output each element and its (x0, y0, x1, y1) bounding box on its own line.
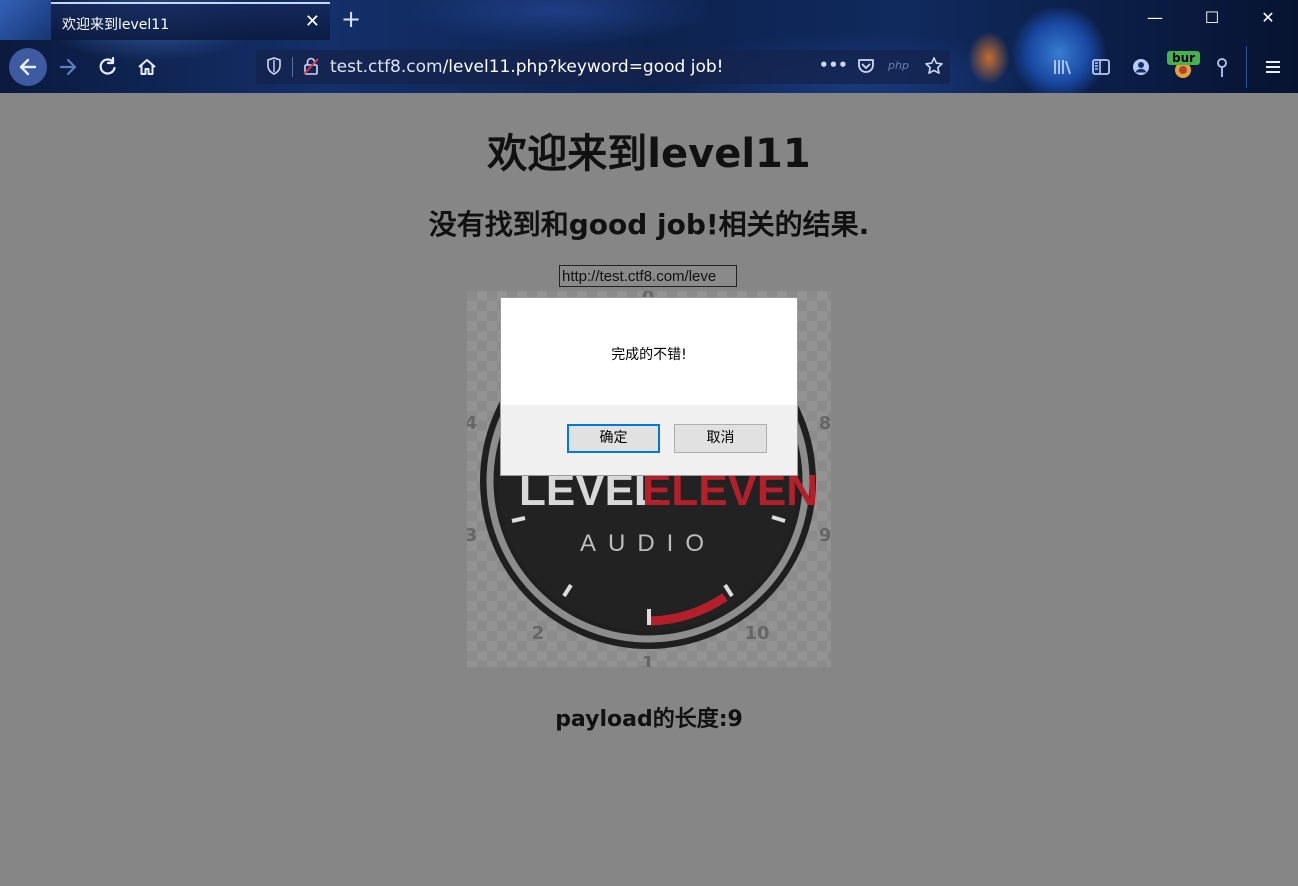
url-bar[interactable]: test.ctf8.com/level11.php?keyword=good j… (256, 50, 950, 84)
maximize-button[interactable]: ☐ (1197, 8, 1227, 27)
sidebar-icon[interactable] (1091, 57, 1111, 82)
dialog-message: 完成的不错! (611, 347, 687, 363)
tab-active[interactable]: 欢迎来到level11 ✕ (51, 2, 330, 40)
library-icon[interactable] (1052, 57, 1072, 82)
logo-brand-audio: AUDIO (580, 530, 716, 557)
extension-badge: bur (1167, 51, 1201, 65)
search-result-text: 没有找到和good job!相关的结果. (428, 208, 870, 241)
new-tab-button[interactable]: + (341, 7, 361, 31)
alert-dialog: 完成的不错! 确定 取消 (500, 297, 798, 476)
close-window-button[interactable]: ✕ (1253, 8, 1283, 27)
forward-button[interactable] (52, 51, 84, 83)
back-button[interactable] (9, 48, 47, 86)
shield-icon[interactable] (265, 56, 283, 81)
dial-number: 9 (819, 525, 831, 546)
cancel-button[interactable]: 取消 (674, 424, 767, 453)
ok-button[interactable]: 确定 (567, 424, 660, 453)
dial-number: 2 (532, 623, 545, 644)
php-extension-badge[interactable]: php (888, 59, 909, 72)
pocket-icon[interactable] (856, 56, 876, 81)
dial-number: 10 (744, 623, 769, 644)
home-button[interactable] (131, 51, 163, 83)
url-host: test.ctf8.com (330, 57, 443, 77)
menu-icon[interactable] (1263, 57, 1283, 82)
page-content: 欢迎来到level11 没有找到和good job!相关的结果. LEVEL E… (0, 93, 1298, 886)
dialog-footer: 确定 取消 (501, 405, 797, 475)
url-path: /level11.php?keyword=good job! (442, 57, 724, 77)
search-input[interactable] (559, 265, 737, 287)
reload-button[interactable] (91, 51, 123, 83)
dial-number: 8 (819, 413, 831, 434)
page-heading: 欢迎来到level11 (487, 131, 811, 177)
insecure-lock-icon[interactable] (302, 56, 320, 81)
reload-icon (99, 56, 116, 75)
tab-strip-art (0, 0, 51, 40)
url-text[interactable]: test.ctf8.com/level11.php?keyword=good j… (330, 57, 723, 77)
forward-icon (59, 58, 77, 76)
tab-title: 欢迎来到level11 (62, 17, 170, 33)
browser-toolbar: 欢迎来到level11 ✕ + — ☐ ✕ test.ctf8.com/leve… (0, 0, 1298, 94)
pin-icon[interactable] (1213, 57, 1231, 84)
account-icon[interactable] (1131, 57, 1151, 82)
dial-number: 1 (642, 653, 655, 667)
payload-length-text: payload的长度:9 (555, 707, 743, 732)
minimize-button[interactable]: — (1140, 8, 1170, 27)
toolbar-separator (1246, 46, 1247, 88)
url-divider (292, 57, 293, 77)
home-icon (138, 59, 156, 75)
star-icon[interactable] (924, 56, 944, 81)
dial-number: 3 (467, 525, 477, 546)
tab-close-icon[interactable]: ✕ (305, 13, 320, 31)
back-icon (19, 58, 37, 76)
dial-number: 4 (467, 413, 477, 434)
page-actions-icon[interactable]: ••• (819, 55, 848, 75)
